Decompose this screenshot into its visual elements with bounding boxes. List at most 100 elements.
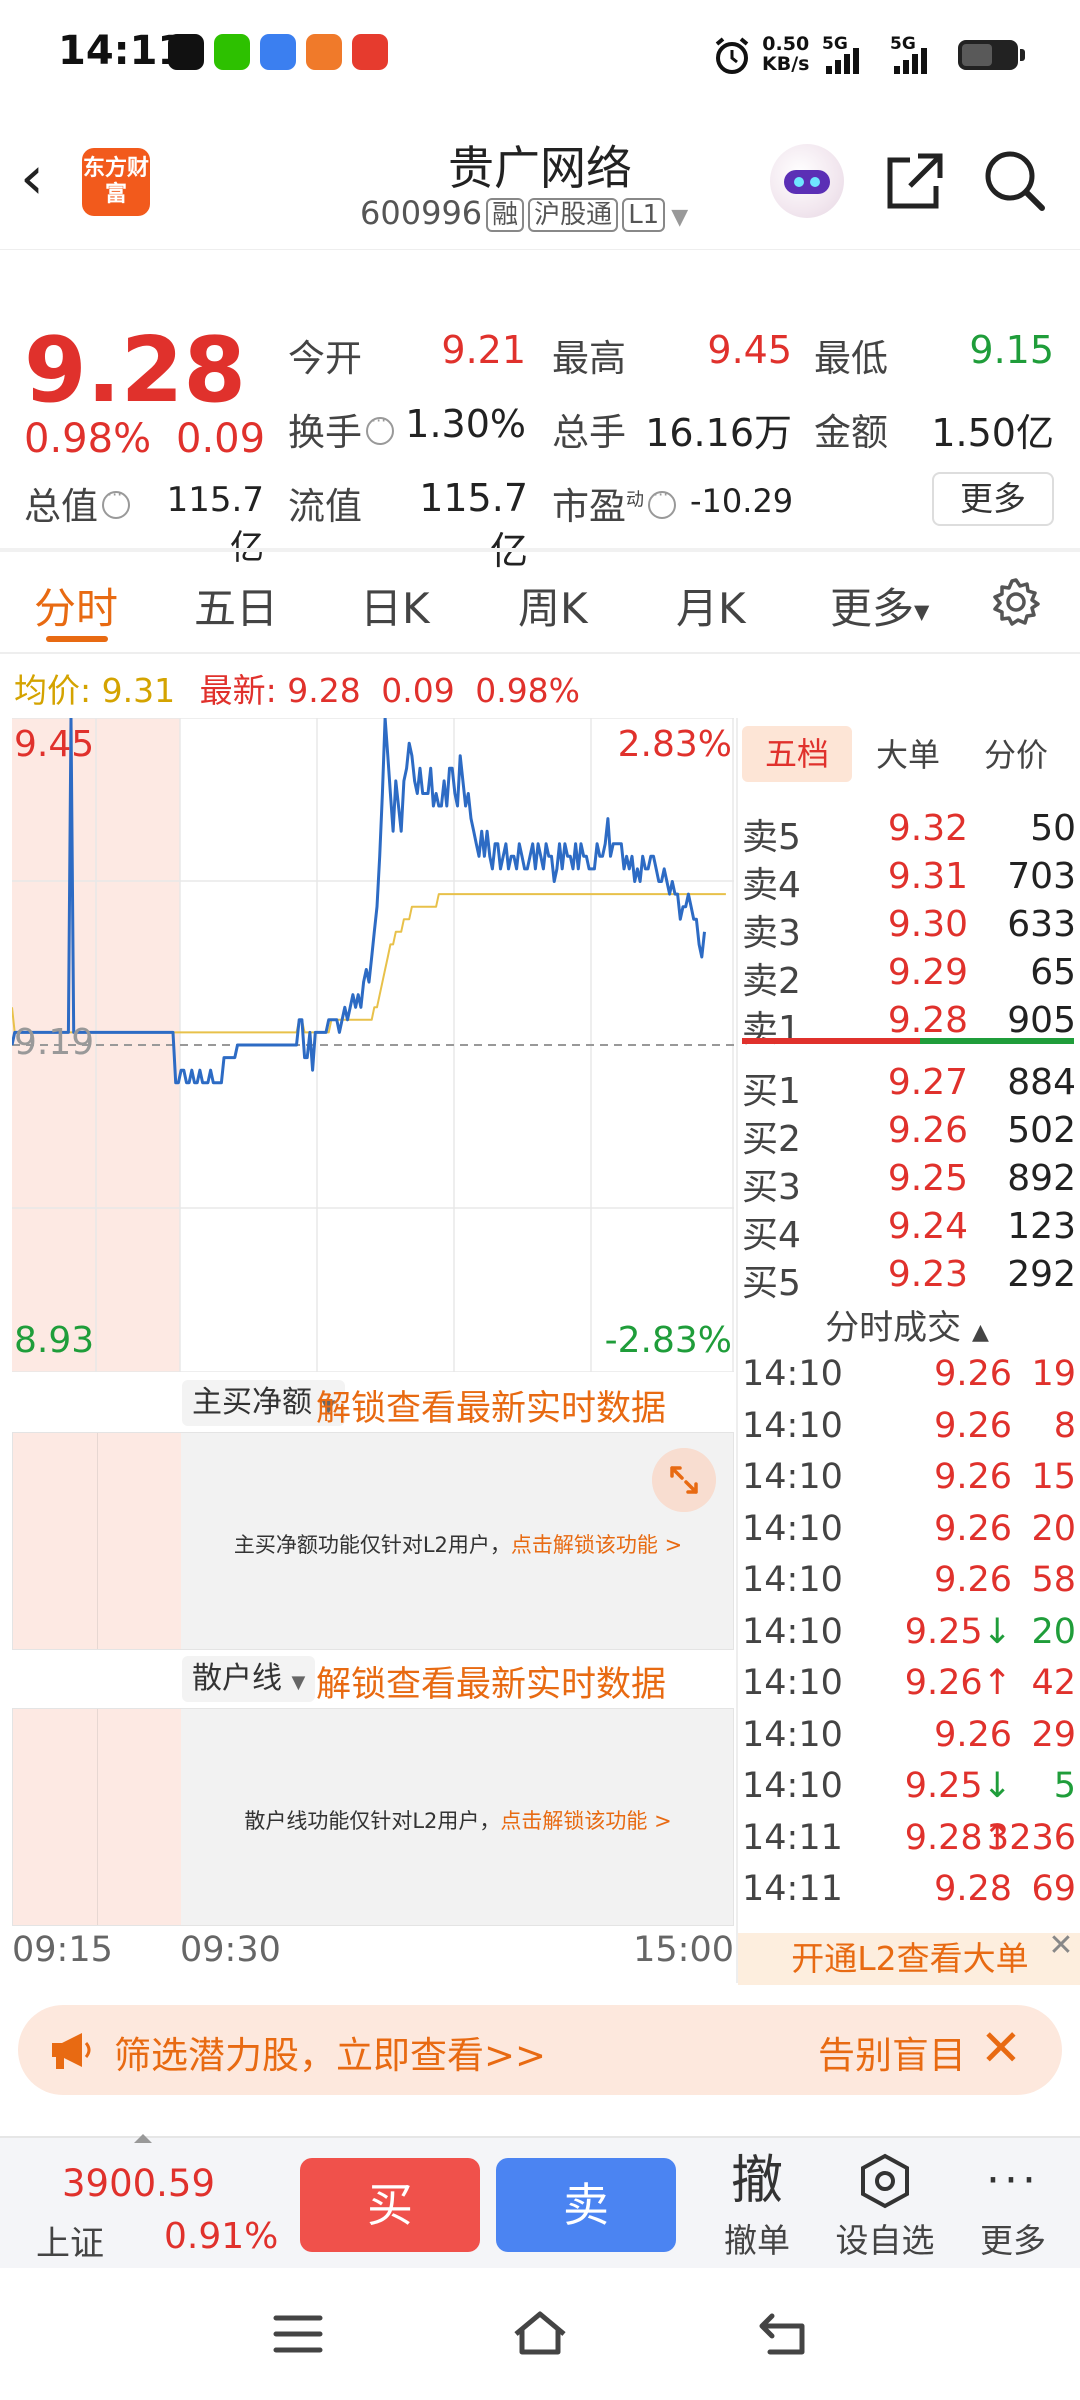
signal-icon [894,44,936,74]
chevron-down-icon: ▼ [671,205,689,230]
bid-row[interactable]: 买5 9.23 292 [742,1254,1076,1304]
sell-button[interactable]: 卖 [496,2158,676,2252]
ask-price: 9.28 [887,1000,968,1041]
stock-name: 贵广网络 [448,141,632,195]
tick-price: 9.26 [904,1663,983,1703]
status-bar: 14:11 0.50 KB/s 5G 5G [0,0,1080,110]
avg-price-bar: 均价: 9.31 最新: 9.28 0.09 0.98% [14,664,580,712]
bid-row[interactable]: 买4 9.24 123 [742,1206,1076,1256]
tick-time: 14:10 [742,1611,843,1652]
tick-row: 14:10 9.26 8 [742,1406,1076,1456]
divider [0,652,1080,654]
intraday-chart[interactable]: 9.45 2.83% 9.19 8.93 -2.83% [12,718,734,1372]
index-value[interactable]: 3900.59 [62,2162,215,2205]
stock-code-row[interactable]: 600996 融沪股通 L1 ▼ [360,194,720,232]
tab-monthly-k[interactable]: 月K [676,575,746,636]
add-watchlist-button[interactable]: 设自选 [830,2148,940,2262]
caret-up-icon [134,2134,152,2143]
time-tick: 15:00 [633,1930,734,1970]
menu-icon[interactable] [272,2312,324,2356]
time-axis: 09:15 09:30 15:00 [12,1930,734,1980]
locked-message[interactable]: 主买净额功能仅针对L2用户，点击解锁该功能 > [181,1529,735,1559]
tab-five-levels[interactable]: 五档 [742,726,852,782]
app-header: ‹ 东方财富 贵广网络 600996 融沪股通 L1 ▼ [0,110,1080,250]
ask-volume: 65 [1030,952,1076,993]
promo-banner[interactable]: 筛选潜力股，立即查看>> 告别盲目 ✕ [18,2005,1062,2095]
ask-row[interactable]: 卖2 9.29 65 [742,952,1076,1002]
caret-up-icon: ▲ [971,1320,989,1345]
locked-message[interactable]: 散户线功能仅针对L2用户，点击解锁该功能 > [181,1805,735,1835]
trade-toolbar: 3900.59 上证 0.91% 买 卖 撤 撤单 设自选 ··· 更多 [0,2134,1080,2268]
net-rate: 0.50 KB/s [762,33,810,75]
taobao-icon [306,34,342,70]
bid-row[interactable]: 买1 9.27 884 [742,1062,1076,1112]
home-icon[interactable] [510,2308,570,2358]
app-icon [260,34,296,70]
low-value: 9.15 [969,328,1054,372]
search-icon[interactable] [980,146,1050,216]
retail-line-select[interactable]: 散户线 ▼ [182,1656,316,1702]
back-nav-icon[interactable] [756,2310,810,2358]
signal-icon [826,44,868,74]
tab-intraday[interactable]: 分时 [34,575,118,636]
bid-ask-ratio-bar [742,1038,1074,1044]
buy-button[interactable]: 买 [300,2158,480,2252]
tab-weekly-k[interactable]: 周K [518,575,588,636]
back-icon[interactable]: ‹ [20,148,70,210]
more-button[interactable]: ··· 更多 [958,2148,1068,2262]
ask-level: 卖3 [742,913,801,954]
high-value: 9.45 [707,328,792,372]
close-icon[interactable]: ✕ [1044,1930,1078,1964]
bid-price: 9.27 [887,1062,968,1103]
volume-label: 总手 [552,411,626,454]
pe-label[interactable]: 市盈动 [552,476,676,530]
unlock-link[interactable]: 解锁查看最新实时数据 [316,1656,666,1707]
turnover-label[interactable]: 换手 [288,402,394,456]
ask-volume: 633 [1007,904,1076,945]
amount-label: 金额 [814,411,888,454]
bid-volume: 123 [1007,1206,1076,1247]
ai-assistant-icon[interactable] [770,144,844,218]
tab-daily-k[interactable]: 日K [360,575,430,636]
tick-time: 14:10 [742,1354,843,1394]
tick-row: 14:10 9.25↓ 5 [742,1766,1076,1816]
arrow-up-icon: ↑ [982,1663,1012,1703]
mktcap-label[interactable]: 总值 [24,476,130,530]
gear-icon[interactable] [990,576,1042,628]
bid-volume: 884 [1007,1062,1076,1103]
ask-row[interactable]: 卖5 9.32 50 [742,808,1076,858]
tick-time: 14:10 [742,1457,843,1497]
cancel-order-icon: 撤 [730,2151,783,2211]
eastmoney-logo[interactable]: 东方财富 [82,148,150,216]
tick-volume: 29 [1031,1714,1076,1755]
ask-row[interactable]: 卖4 9.31 703 [742,856,1076,906]
tab-more[interactable]: 更多▼ [830,575,929,636]
avg-label: 均价: [14,671,92,710]
cancel-order-button[interactable]: 撤 撤单 [702,2148,812,2262]
share-icon[interactable] [880,146,950,216]
tick-volume: 58 [1031,1560,1076,1600]
battery-icon [958,40,1025,70]
tick-time: 14:10 [742,1766,843,1806]
info-icon [366,411,394,445]
ask-row[interactable]: 卖3 9.30 633 [742,904,1076,954]
mktcap-value: 115.7亿 [166,480,264,568]
order-book-panel: 五档 大单 分价 卖5 9.32 50 卖4 9.31 703 卖3 9.30 633 卖2 9.2… [736,718,1080,1985]
bid-price: 9.26 [887,1110,968,1151]
close-icon[interactable]: ✕ [980,2019,1022,2077]
ticks-title[interactable]: 分时成交 ▲ [738,1300,1076,1349]
tick-row: 14:10 9.26 19 [742,1354,1076,1404]
bid-row[interactable]: 买2 9.26 502 [742,1110,1076,1160]
alarm-icon [715,37,749,74]
tab-price-dist[interactable]: 分价 [984,730,1048,776]
open-l2-banner[interactable]: 开通L2查看大单 [738,1933,1080,1985]
tab-large-orders[interactable]: 大单 [876,730,940,776]
more-quote-button[interactable]: 更多 [932,472,1054,526]
tick-row: 14:10 9.26 58 [742,1560,1076,1610]
unlock-link[interactable]: 解锁查看最新实时数据 [316,1380,666,1431]
expand-icon[interactable] [652,1448,716,1512]
connect-tag: 沪股通 [528,198,619,232]
tab-five-day[interactable]: 五日 [194,575,278,636]
more-dots-icon: ··· [986,2155,1040,2206]
bid-row[interactable]: 买3 9.25 892 [742,1158,1076,1208]
